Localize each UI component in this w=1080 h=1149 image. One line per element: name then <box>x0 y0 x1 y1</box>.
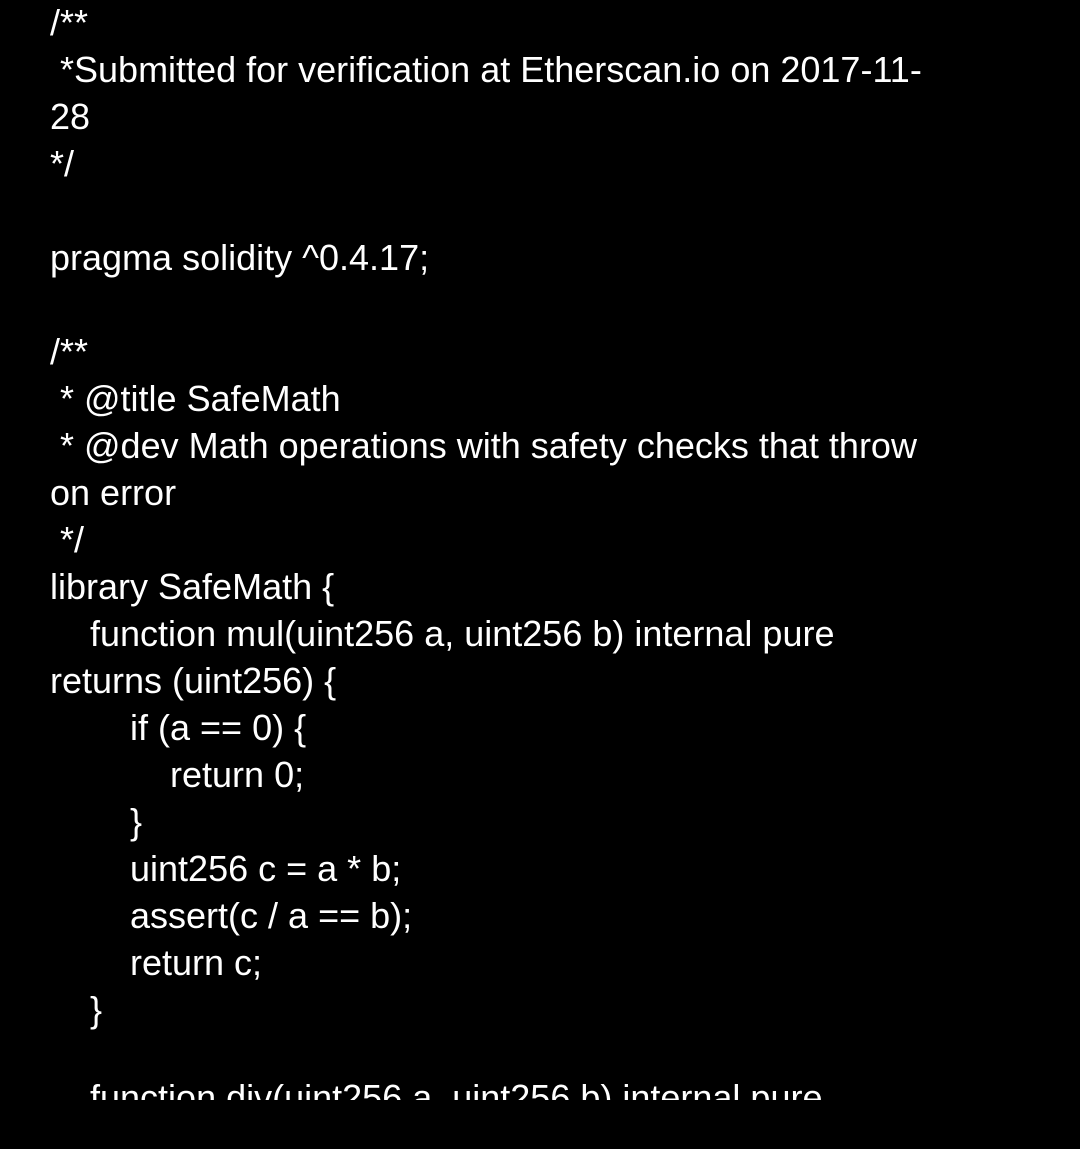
code-line: returns (uint256) { <box>50 660 337 701</box>
code-line-partial: function div(uint256 a, uint256 b) inter… <box>50 1077 823 1100</box>
code-line: /** <box>50 331 89 372</box>
code-line: return 0; <box>50 754 305 795</box>
code-line: library SafeMath { <box>50 566 335 607</box>
code-viewer[interactable]: /** *Submitted for verification at Ether… <box>0 0 1080 1100</box>
code-line: /** <box>50 2 89 43</box>
code-line: * @title SafeMath <box>50 378 341 419</box>
code-line: pragma solidity ^0.4.17; <box>50 237 430 278</box>
code-line: } <box>50 989 103 1030</box>
code-line: function mul(uint256 a, uint256 b) inter… <box>50 613 835 654</box>
code-line: if (a == 0) { <box>50 707 307 748</box>
code-line: 28 <box>50 96 91 137</box>
code-line: */ <box>50 519 85 560</box>
code-line: return c; <box>50 942 263 983</box>
code-line: *Submitted for verification at Etherscan… <box>50 49 922 90</box>
code-line: on error <box>50 472 177 513</box>
code-line: * @dev Math operations with safety check… <box>50 425 917 466</box>
code-line: uint256 c = a * b; <box>50 848 402 889</box>
code-line: */ <box>50 143 75 184</box>
code-line: assert(c / a == b); <box>50 895 413 936</box>
code-line: } <box>50 801 143 842</box>
